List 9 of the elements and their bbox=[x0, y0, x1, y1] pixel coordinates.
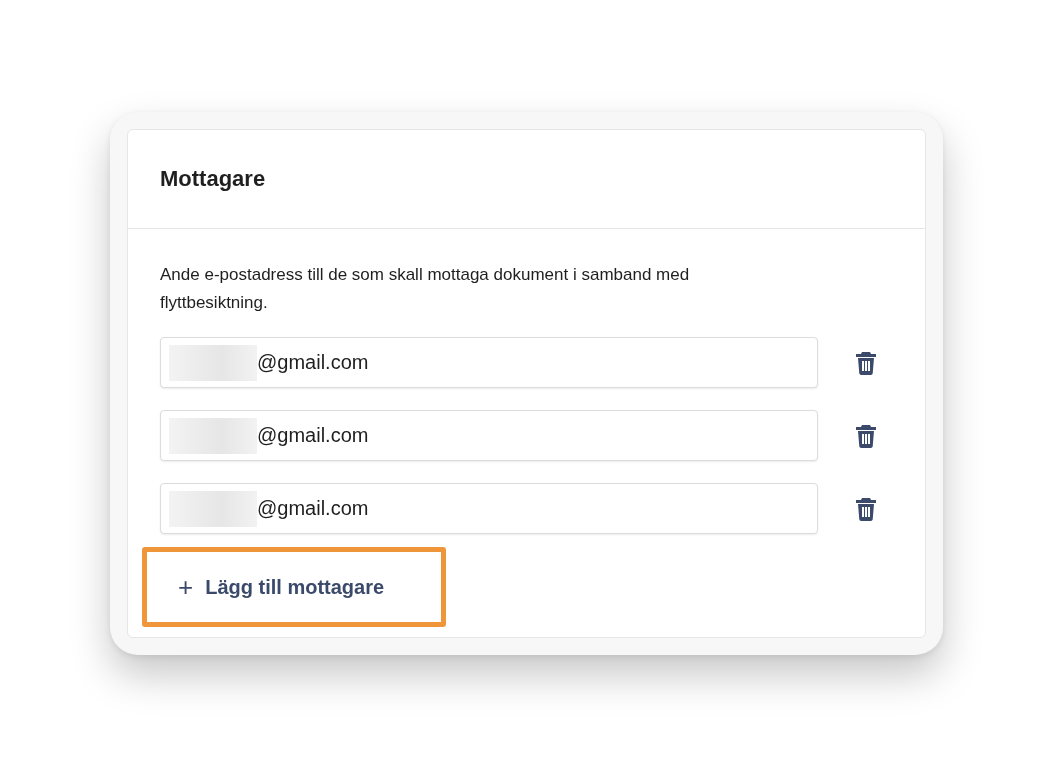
description-text: Ande e-postadress till de som skall mottaga dokument i samband med flyttbesiktning. bbox=[160, 264, 691, 314]
email-field[interactable]: @gmail.com bbox=[160, 483, 818, 534]
trash-icon[interactable] bbox=[856, 496, 876, 521]
add-recipient-button[interactable]: + Lägg till mottagare bbox=[178, 571, 385, 603]
email-field[interactable]: @gmail.com bbox=[160, 410, 818, 461]
trash-icon[interactable] bbox=[856, 350, 876, 375]
card-title: Mottagare bbox=[160, 166, 266, 192]
trash-icon[interactable] bbox=[856, 423, 876, 448]
email-field[interactable]: @gmail.com bbox=[160, 337, 818, 388]
